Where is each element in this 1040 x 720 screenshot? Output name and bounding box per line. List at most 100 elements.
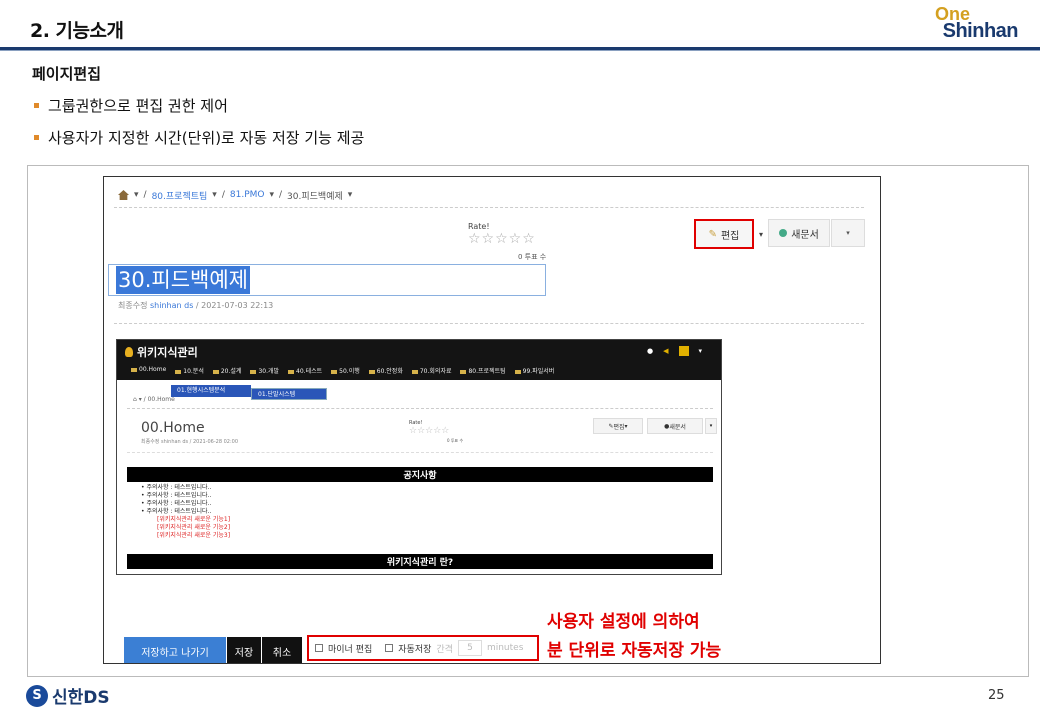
lightbulb-icon bbox=[125, 347, 133, 357]
nav-item[interactable]: 70.회의자료 bbox=[412, 366, 452, 375]
editor-screenshot: ▾ /80.프로젝트팀 ▾ /81.PMO ▾ /30.피드백예제 ▾ Rate! ☆… bbox=[103, 176, 881, 664]
wiki-toolbar: ● ◀ ▾ bbox=[647, 346, 702, 356]
breadcrumb-item[interactable]: 30.피드백예제 bbox=[287, 189, 343, 202]
notice-item: • 주의사항 : 테스트입니다.. bbox=[141, 492, 212, 499]
minor-edit-label: 마이너 편집 bbox=[328, 644, 373, 655]
bullet-text: 사용자가 지정한 시간(단위)로 자동 저장 기능 제공 bbox=[48, 129, 365, 147]
notice-item: • 주의사항 : 테스트입니다.. bbox=[141, 484, 212, 491]
nav-item[interactable]: 00.Home bbox=[131, 366, 166, 375]
chevron-down-icon[interactable]: ▾ bbox=[269, 190, 274, 200]
divider bbox=[127, 452, 713, 453]
bullet-item: 그룹권한으로 편집 권한 제어 bbox=[34, 95, 228, 116]
chevron-down-icon[interactable]: ▾ bbox=[212, 190, 217, 200]
wiki-edit-button[interactable]: ✎ 편집 ▾ bbox=[593, 418, 643, 434]
bell-icon[interactable]: ◀ bbox=[663, 347, 668, 355]
wiki-breadcrumb: ⌂ ▾ / 00.Home bbox=[133, 396, 175, 403]
edit-menu-caret[interactable]: ▾ bbox=[754, 221, 768, 247]
slide-title: 2. 기능소개 bbox=[30, 20, 124, 42]
save-and-exit-button[interactable]: 저장하고 나가기 bbox=[124, 637, 226, 663]
nav-item[interactable]: 40.테스트 bbox=[288, 366, 322, 375]
rate-label: Rate! bbox=[468, 222, 490, 231]
wiki-brand[interactable]: 위키지식관리 bbox=[125, 344, 198, 360]
notice-item: • 주의사항 : 테스트입니다.. bbox=[141, 500, 212, 507]
nav-item[interactable]: 30.개발 bbox=[250, 366, 279, 375]
wiki-breadcrumb-item[interactable]: 00.Home bbox=[148, 396, 175, 403]
wiki-more-button[interactable]: ▾ bbox=[705, 418, 717, 434]
chevron-down-icon[interactable]: ▾ bbox=[348, 190, 353, 200]
search-icon[interactable]: ● bbox=[647, 347, 653, 355]
minor-edit-checkbox[interactable] bbox=[315, 644, 323, 652]
shinhan-logo-icon: S bbox=[26, 684, 48, 707]
feature-link[interactable]: [위키지식관리 새로운 기능2] bbox=[141, 524, 230, 532]
divider bbox=[127, 408, 713, 409]
divider bbox=[114, 323, 864, 324]
rating-stars[interactable]: ☆☆☆☆☆ bbox=[468, 231, 536, 247]
bullet-icon bbox=[34, 135, 39, 140]
feature-link[interactable]: [위키지식관리 새로운 기능3] bbox=[141, 532, 230, 540]
wiki-page-meta: 최종수정 shinhan ds / 2021-06-28 02:00 bbox=[141, 439, 239, 445]
wiki-rating-stars[interactable]: ☆☆☆☆☆ bbox=[409, 426, 449, 436]
nav-item[interactable]: 20.설계 bbox=[213, 366, 242, 375]
modified-by-link[interactable]: shinhan ds bbox=[150, 301, 193, 310]
section-heading: 페이지편집 bbox=[32, 65, 102, 83]
footer-logo-text: 신한DS bbox=[52, 688, 110, 708]
wiki-edit-label: 편집 bbox=[613, 423, 625, 431]
nav-item[interactable]: 60.안정화 bbox=[369, 366, 403, 375]
nav-item[interactable]: 99.파일서버 bbox=[515, 366, 555, 375]
modified-label: 최종수정 bbox=[118, 301, 148, 310]
callout-line-2: 분 단위로 자동저장 가능 bbox=[547, 641, 722, 661]
embedded-wiki-screenshot: 위키지식관리 ● ◀ ▾ 00.Home 10.분석 20.설계 30.개발 40.… bbox=[116, 339, 722, 575]
vote-count: 0 투표 수 bbox=[518, 253, 547, 261]
chevron-down-icon[interactable]: ▾ bbox=[699, 347, 703, 355]
footer-logo: S 신한DS bbox=[26, 683, 110, 708]
more-menu-button[interactable]: ▾ bbox=[831, 219, 865, 247]
home-icon[interactable] bbox=[118, 190, 129, 200]
bullet-icon bbox=[34, 103, 39, 108]
edit-button[interactable]: ✎ 편집 bbox=[694, 219, 754, 249]
feature-link[interactable]: [위키지식관리 새로운 기능1] bbox=[141, 516, 230, 524]
user-avatar[interactable] bbox=[678, 346, 689, 356]
breadcrumb-item[interactable]: 80.프로젝트팀 bbox=[152, 189, 208, 202]
title-divider-thin bbox=[0, 50, 1040, 51]
autosave-checkbox[interactable] bbox=[385, 644, 394, 652]
nav-item[interactable]: 50.이행 bbox=[331, 366, 360, 375]
wiki-nav: 00.Home 10.분석 20.설계 30.개발 40.테스트 50.이행 6… bbox=[131, 366, 554, 375]
last-modified: 최종수정 shinhan ds / 2021-07-03 22:13 bbox=[118, 300, 273, 311]
new-document-label: 새문서 bbox=[791, 229, 819, 241]
wiki-new-label: 새문서 bbox=[669, 423, 686, 431]
autosave-label: 자동저장 bbox=[398, 644, 432, 655]
wiki-vote-count: 0 투표 수 bbox=[447, 438, 464, 443]
callout-line-1: 사용자 설정에 의하여 bbox=[547, 612, 700, 632]
dropdown-subitem[interactable]: 01.단말시스템 bbox=[251, 388, 327, 400]
edit-button-label: 편집 bbox=[720, 230, 740, 242]
notice-list: • 주의사항 : 테스트입니다.. • 주의사항 : 테스트입니다.. • 주의… bbox=[141, 484, 230, 540]
plus-circle-icon bbox=[779, 229, 788, 237]
wiki-page-title: 00.Home bbox=[141, 420, 205, 436]
modified-at: / 2021-07-03 22:13 bbox=[195, 301, 274, 310]
bullet-item: 사용자가 지정한 시간(단위)로 자동 저장 기능 제공 bbox=[34, 127, 364, 148]
new-document-button[interactable]: 새문서 bbox=[768, 219, 830, 247]
nav-item[interactable]: 80.프로젝트팀 bbox=[460, 366, 505, 375]
cancel-button[interactable]: 취소 bbox=[262, 637, 302, 663]
title-input[interactable]: 30.피드백예제 bbox=[108, 264, 546, 296]
interval-label: 간격 bbox=[436, 644, 453, 655]
breadcrumb-item[interactable]: 81.PMO bbox=[230, 190, 265, 200]
notice-banner: 공지사항 bbox=[127, 467, 713, 482]
logo-shinhan: Shinhan bbox=[942, 20, 1019, 42]
chevron-down-icon[interactable]: ▾ bbox=[134, 190, 139, 200]
notice-text: 주의사항 : 테스트입니다.. bbox=[146, 508, 212, 515]
dropdown-item[interactable]: 01.현행시스템분석 bbox=[171, 385, 251, 397]
page-number: 25 bbox=[988, 688, 1005, 703]
title-value: 30.피드백예제 bbox=[116, 266, 250, 294]
wiki-new-button[interactable]: ● 새문서 bbox=[647, 418, 703, 434]
notice-text: 주의사항 : 테스트입니다.. bbox=[146, 500, 212, 507]
notice-text: 주의사항 : 테스트입니다.. bbox=[146, 484, 212, 491]
editor-action-bar: 저장하고 나가기 저장 취소 bbox=[124, 637, 302, 663]
notice-item: • 주의사항 : 테스트입니다.. bbox=[141, 508, 212, 515]
nav-item[interactable]: 10.분석 bbox=[175, 366, 204, 375]
save-button[interactable]: 저장 bbox=[227, 637, 261, 663]
breadcrumb: ▾ /80.프로젝트팀 ▾ /81.PMO ▾ /30.피드백예제 ▾ bbox=[118, 187, 352, 203]
pencil-icon: ✎ bbox=[708, 228, 717, 240]
minutes-label: minutes bbox=[486, 643, 524, 653]
minutes-input[interactable]: 5 bbox=[457, 640, 482, 656]
